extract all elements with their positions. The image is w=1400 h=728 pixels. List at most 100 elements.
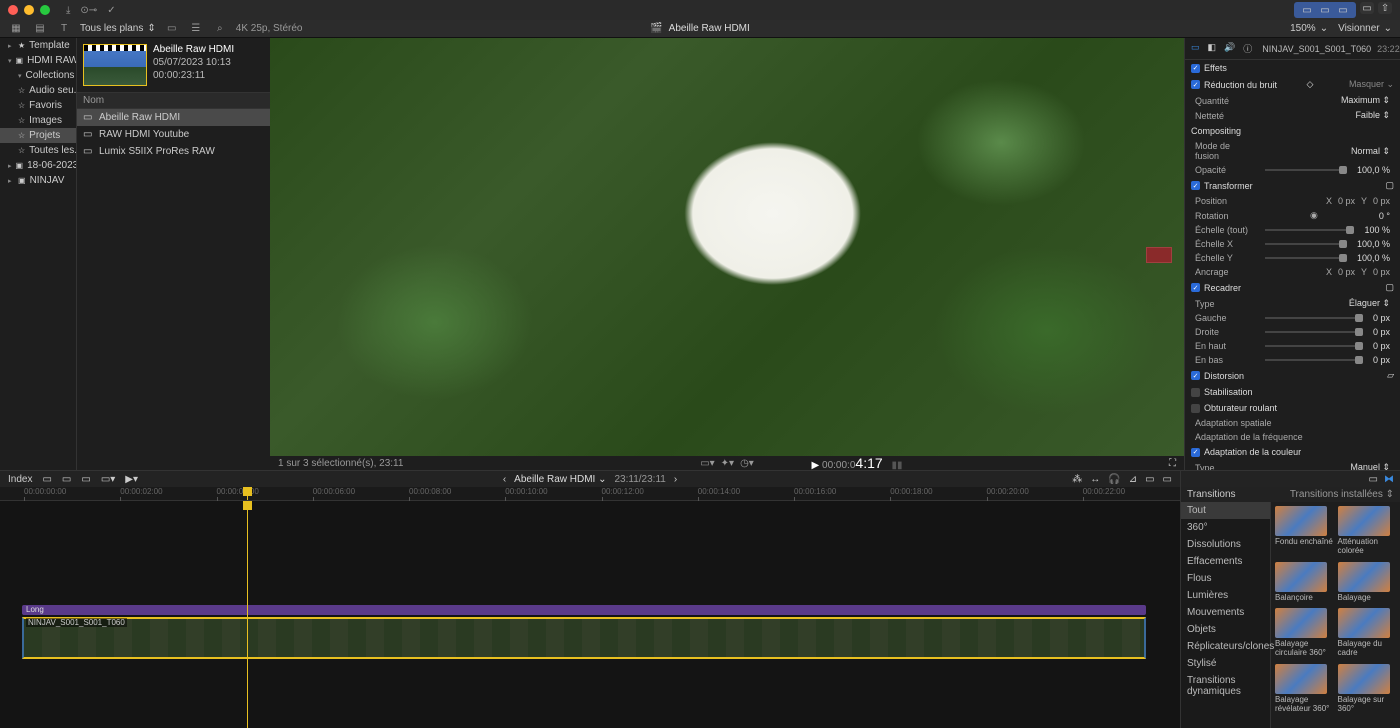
playhead[interactable] bbox=[247, 487, 248, 500]
timeline-project[interactable]: Abeille Raw HDMI ⌄ bbox=[514, 474, 606, 485]
browser-row[interactable]: ▭Lumix S5IIX ProRes RAW bbox=[77, 143, 270, 160]
tab-audio-icon[interactable]: 🔊 bbox=[1224, 42, 1235, 55]
tl-tool-icon[interactable]: ▭ bbox=[81, 474, 90, 485]
sidebar-item-hdmi-raw[interactable]: ▾▣HDMI RAW bbox=[0, 53, 76, 68]
timeline-tracks[interactable]: Long NINJAV_S001_S001_T060 bbox=[0, 501, 1180, 728]
param-blend[interactable]: Mode de fusionNormal ⇕ bbox=[1185, 139, 1400, 163]
search-icon[interactable]: ⌕ bbox=[212, 21, 228, 37]
viewer-canvas[interactable] bbox=[270, 38, 1184, 456]
sidebar-item-ninjav[interactable]: ▸▣NINJAV bbox=[0, 173, 76, 188]
slider[interactable] bbox=[1265, 345, 1363, 347]
view-dropdown[interactable]: Visionner ⌄ bbox=[1338, 23, 1392, 34]
clip-card[interactable]: Abeille Raw HDMI 05/07/2023 10:13 00:00:… bbox=[77, 38, 270, 92]
effects-browser-icon[interactable]: ▭ bbox=[1369, 474, 1378, 485]
reset-icon[interactable]: ▱ bbox=[1387, 370, 1394, 381]
sidebar-item-favoris[interactable]: ☆Favoris bbox=[0, 98, 76, 113]
zoom-dropdown[interactable]: 150% ⌄ bbox=[1290, 23, 1328, 34]
solo-icon[interactable]: 🎧 bbox=[1108, 474, 1120, 485]
param-crop-bottom[interactable]: En bas0 px bbox=[1185, 353, 1400, 367]
param-opacity[interactable]: Opacité100,0 % bbox=[1185, 163, 1400, 177]
workspace-side[interactable]: ▭ bbox=[1360, 2, 1374, 14]
timeline-clip[interactable]: NINJAV_S001_S001_T060 bbox=[22, 617, 1146, 659]
sidebar-item-images[interactable]: ☆Images bbox=[0, 113, 76, 128]
param-crop-right[interactable]: Droite0 px bbox=[1185, 325, 1400, 339]
fullscreen-icon[interactable]: ⛶ bbox=[1169, 458, 1176, 469]
import-icon[interactable]: ⤓ bbox=[66, 5, 70, 16]
mask-dropdown[interactable]: Masquer ⌄ bbox=[1349, 79, 1394, 90]
param-scale-all[interactable]: Échelle (tout)100 % bbox=[1185, 223, 1400, 237]
reset-icon[interactable]: ▢ bbox=[1385, 282, 1394, 293]
keyword-icon[interactable]: ⊙⊸ bbox=[80, 5, 97, 16]
section-transform[interactable]: ✓Transformer▢ bbox=[1185, 177, 1400, 194]
param-anchor[interactable]: AncrageX0 pxY0 px bbox=[1185, 265, 1400, 279]
filmstrip-icon[interactable]: ▭ bbox=[164, 21, 180, 37]
section-crop[interactable]: ✓Recadrer▢ bbox=[1185, 279, 1400, 296]
sidebar-item-toutes[interactable]: ☆Toutes les... bbox=[0, 143, 76, 158]
list-icon[interactable]: ☰ bbox=[188, 21, 204, 37]
slider[interactable] bbox=[1265, 169, 1347, 171]
sidebar-item-template[interactable]: ▸★Template bbox=[0, 38, 76, 53]
bg-tasks-icon[interactable]: ✓ bbox=[107, 5, 115, 16]
tab-color-icon[interactable]: ◧ bbox=[1208, 42, 1217, 55]
dial-icon[interactable]: ◉ bbox=[1310, 210, 1318, 221]
transition-item[interactable]: Atténuation colorée bbox=[1338, 506, 1397, 556]
trans-cat[interactable]: Flous bbox=[1181, 570, 1270, 587]
trans-cat[interactable]: Mouvements bbox=[1181, 604, 1270, 621]
tl-tool-icon[interactable]: ▭ bbox=[42, 474, 51, 485]
param-scale-x[interactable]: Échelle X100,0 % bbox=[1185, 237, 1400, 251]
section-stabilization[interactable]: Stabilisation bbox=[1185, 384, 1400, 400]
sidebar-item-projets[interactable]: ☆Projets bbox=[0, 128, 76, 143]
share-icon[interactable]: ⇧ bbox=[1378, 2, 1392, 14]
slider[interactable] bbox=[1265, 331, 1363, 333]
slider[interactable] bbox=[1265, 229, 1354, 231]
transition-item[interactable]: Balayage sur 360° bbox=[1338, 664, 1397, 714]
param-sharpness[interactable]: NettetéFaible ⇕ bbox=[1185, 108, 1400, 123]
section-color[interactable]: ✓Adaptation de la couleur bbox=[1185, 444, 1400, 460]
sidebar-item-18-06[interactable]: ▸▣18-06-2023 bbox=[0, 158, 76, 173]
close-window[interactable] bbox=[8, 5, 18, 15]
playhead-line[interactable] bbox=[247, 501, 248, 728]
transition-item[interactable]: Balançoire bbox=[1275, 562, 1334, 603]
tl-select-tool[interactable]: ▶▾ bbox=[125, 474, 138, 485]
installed-dropdown[interactable]: Transitions installées ⇕ bbox=[1290, 489, 1394, 500]
transition-item[interactable]: Balayage révélateur 360° bbox=[1275, 664, 1334, 714]
param-color-type[interactable]: TypeManuel ⇕ bbox=[1185, 460, 1400, 470]
tl-view-icon[interactable]: ▭ bbox=[1145, 474, 1154, 485]
transition-item[interactable]: Balayage circulaire 360° bbox=[1275, 608, 1334, 658]
trans-cat[interactable]: Lumières bbox=[1181, 587, 1270, 604]
timeline-ruler[interactable]: 00:00:00:0000:00:02:0000:00:04:0000:00:0… bbox=[0, 487, 1180, 501]
slider[interactable] bbox=[1265, 359, 1363, 361]
browser-row[interactable]: ▭RAW HDMI Youtube bbox=[77, 126, 270, 143]
trans-cat[interactable]: Objets bbox=[1181, 621, 1270, 638]
tl-tool-icon[interactable]: ▭ bbox=[62, 474, 71, 485]
transition-item[interactable]: Fondu enchaîné bbox=[1275, 506, 1334, 556]
next-edit-icon[interactable]: › bbox=[674, 474, 677, 485]
reset-icon[interactable]: ▢ bbox=[1385, 180, 1394, 191]
trans-cat[interactable]: 360° bbox=[1181, 519, 1270, 536]
snap-icon[interactable]: ⊿ bbox=[1129, 474, 1137, 485]
clips-filter-dropdown[interactable]: Tous les plans ⇕ bbox=[80, 23, 156, 34]
section-effects[interactable]: ✓Effets bbox=[1185, 60, 1400, 76]
section-freq[interactable]: Adaptation de la fréquence bbox=[1185, 430, 1400, 444]
tl-tool-icon[interactable]: ▭▾ bbox=[101, 474, 115, 485]
tab-info-icon[interactable]: ⓘ bbox=[1243, 42, 1252, 55]
media-icon[interactable]: ▤ bbox=[32, 21, 48, 37]
param-crop-type[interactable]: TypeÉlaguer ⇕ bbox=[1185, 296, 1400, 311]
slider[interactable] bbox=[1265, 243, 1347, 245]
section-spatial[interactable]: Adaptation spatiale bbox=[1185, 416, 1400, 430]
transition-item[interactable]: Balayage du cadre bbox=[1338, 608, 1397, 658]
tab-video-icon[interactable]: ▭ bbox=[1191, 42, 1200, 55]
tl-view-icon[interactable]: ▭ bbox=[1163, 474, 1172, 485]
slider[interactable] bbox=[1265, 317, 1363, 319]
clip-thumbnail[interactable] bbox=[83, 44, 147, 86]
play-icon[interactable]: ▶ bbox=[812, 460, 820, 471]
trans-cat[interactable]: Tout bbox=[1181, 502, 1270, 519]
workspace-toggle[interactable]: ▭▭▭ bbox=[1294, 2, 1356, 18]
transitions-browser-icon[interactable]: ⧓ bbox=[1384, 474, 1394, 485]
param-crop-left[interactable]: Gauche0 px bbox=[1185, 311, 1400, 325]
browser-row[interactable]: ▭Abeille Raw HDMI bbox=[77, 109, 270, 126]
prev-edit-icon[interactable]: ‹ bbox=[503, 474, 506, 485]
section-noise[interactable]: ✓Réduction du bruit◇Masquer ⌄ bbox=[1185, 76, 1400, 93]
trans-cat[interactable]: Effacements bbox=[1181, 553, 1270, 570]
sidebar-item-audio[interactable]: ☆Audio seu... bbox=[0, 83, 76, 98]
